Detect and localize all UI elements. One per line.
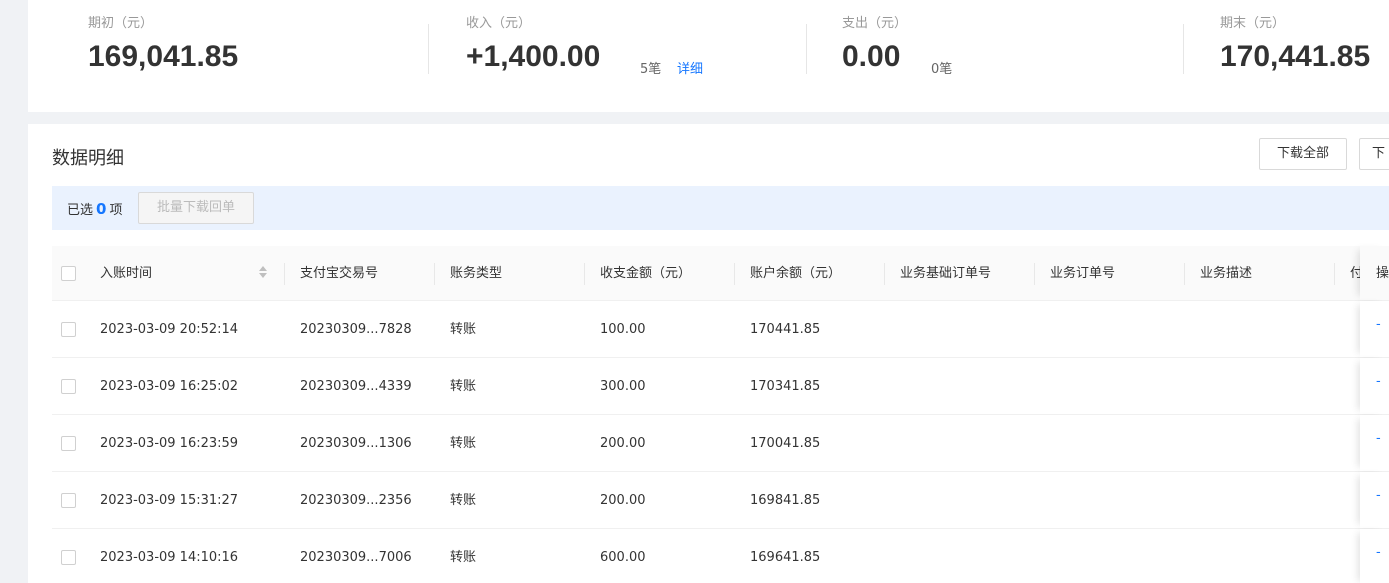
- divider: [428, 24, 429, 74]
- cell-type: 转账: [450, 493, 477, 508]
- cell-amount: 100.00: [600, 322, 646, 337]
- data-title: 数据明细: [52, 148, 124, 169]
- row-action[interactable]: -: [1376, 529, 1381, 576]
- cell-type: 转账: [450, 379, 477, 394]
- expense-value: 0.00: [842, 40, 901, 73]
- closing-label: 期末（元）: [1220, 16, 1286, 31]
- column-header-type: 账务类型: [450, 266, 503, 281]
- fixed-action-cell: -: [1360, 415, 1389, 471]
- cell-trade-no: 20230309...1306: [300, 436, 412, 451]
- selection-status: 已选 0 项: [67, 199, 122, 218]
- fixed-action-cell: -: [1360, 358, 1389, 414]
- select-all-checkbox[interactable]: [61, 266, 76, 281]
- cell-type: 转账: [450, 322, 477, 337]
- cell-trade-no: 20230309...7006: [300, 550, 412, 565]
- fixed-action-cell: -: [1360, 529, 1389, 583]
- row-action[interactable]: -: [1376, 301, 1381, 348]
- row-checkbox[interactable]: [61, 379, 76, 394]
- column-header-balance: 账户余额（元）: [750, 266, 842, 281]
- cell-amount: 200.00: [600, 436, 646, 451]
- batch-download-receipt-button[interactable]: 批量下载回单: [138, 192, 254, 224]
- row-action[interactable]: -: [1376, 415, 1381, 462]
- cell-type: 转账: [450, 436, 477, 451]
- cell-amount: 200.00: [600, 493, 646, 508]
- selection-count: 0: [96, 200, 107, 218]
- closing-value: 170,441.85: [1220, 40, 1371, 73]
- table-header: 入账时间 支付宝交易号 账务类型 收支金额（元） 账户余额（元） 业务基础订单号…: [52, 246, 1389, 301]
- cell-balance: 170041.85: [750, 436, 821, 451]
- income-detail-link[interactable]: 详细: [677, 58, 703, 77]
- selection-prefix: 已选: [67, 203, 94, 218]
- cell-time: 2023-03-09 15:31:27: [100, 493, 239, 508]
- cell-amount: 600.00: [600, 550, 646, 565]
- cell-trade-no: 20230309...7828: [300, 322, 412, 337]
- income-label: 收入（元）: [466, 16, 532, 31]
- table-row: 2023-03-09 16:23:59 20230309...1306 转账 2…: [52, 415, 1389, 472]
- column-separator: [734, 263, 735, 285]
- column-header-time[interactable]: 入账时间: [100, 246, 152, 301]
- cell-trade-no: 20230309...4339: [300, 379, 412, 394]
- row-action[interactable]: -: [1376, 472, 1381, 519]
- income-value: +1,400.00: [466, 40, 601, 73]
- cell-trade-no: 20230309...2356: [300, 493, 412, 508]
- column-header-order-no: 业务订单号: [1050, 266, 1116, 281]
- row-checkbox[interactable]: [61, 436, 76, 451]
- transactions-table: 入账时间 支付宝交易号 账务类型 收支金额（元） 账户余额（元） 业务基础订单号…: [52, 246, 1389, 583]
- table-row: 2023-03-09 16:25:02 20230309...4339 转账 3…: [52, 358, 1389, 415]
- expense-count: 0笔: [931, 62, 953, 77]
- cell-time: 2023-03-09 16:23:59: [100, 436, 239, 451]
- cell-type: 转账: [450, 550, 477, 565]
- row-checkbox[interactable]: [61, 550, 76, 565]
- column-header-trade-no: 支付宝交易号: [300, 266, 379, 281]
- table-row: 2023-03-09 20:52:14 20230309...7828 转账 1…: [52, 301, 1389, 358]
- cell-balance: 169641.85: [750, 550, 821, 565]
- column-separator: [884, 263, 885, 285]
- cell-balance: 169841.85: [750, 493, 821, 508]
- cell-time: 2023-03-09 14:10:16: [100, 550, 239, 565]
- row-checkbox[interactable]: [61, 493, 76, 508]
- download-button[interactable]: 下: [1359, 138, 1389, 170]
- column-header-action: 操: [1376, 266, 1389, 281]
- column-separator: [284, 263, 285, 285]
- page: 期初（元） 169,041.85 收入（元） +1,400.00 5笔 详细 支…: [0, 0, 1389, 583]
- table-row: 2023-03-09 15:31:27 20230309...2356 转账 2…: [52, 472, 1389, 529]
- fixed-action-column: 操: [1360, 246, 1389, 300]
- row-checkbox[interactable]: [61, 322, 76, 337]
- opening-value: 169,041.85: [88, 40, 239, 73]
- column-separator: [1184, 263, 1185, 285]
- divider: [1183, 24, 1184, 74]
- column-header-description: 业务描述: [1200, 266, 1253, 281]
- column-separator: [584, 263, 585, 285]
- selection-bar: 已选 0 项 批量下载回单: [52, 186, 1389, 230]
- column-header-base-order-no: 业务基础订单号: [900, 266, 992, 281]
- opening-label: 期初（元）: [88, 16, 154, 31]
- divider: [806, 24, 807, 74]
- data-card: 数据明细 下载全部 下 已选 0 项 批量下载回单 入账时间 支付宝交易号 账务类型…: [28, 124, 1389, 583]
- cell-balance: 170341.85: [750, 379, 821, 394]
- expense-label: 支出（元）: [842, 16, 908, 31]
- column-separator: [1034, 263, 1035, 285]
- selection-suffix: 项: [109, 203, 123, 218]
- summary-card: 期初（元） 169,041.85 收入（元） +1,400.00 5笔 详细 支…: [28, 0, 1389, 112]
- cell-time: 2023-03-09 20:52:14: [100, 322, 239, 337]
- cell-amount: 300.00: [600, 379, 646, 394]
- column-separator: [1334, 263, 1335, 285]
- income-count: 5笔: [640, 62, 662, 77]
- download-all-button[interactable]: 下载全部: [1259, 138, 1347, 170]
- column-separator: [434, 263, 435, 285]
- fixed-action-cell: -: [1360, 301, 1389, 357]
- fixed-action-cell: -: [1360, 472, 1389, 528]
- table-row: 2023-03-09 14:10:16 20230309...7006 转账 6…: [52, 529, 1389, 583]
- cell-time: 2023-03-09 16:25:02: [100, 379, 239, 394]
- sort-icon[interactable]: [258, 266, 268, 280]
- column-header-amount: 收支金额（元）: [600, 266, 692, 281]
- row-action[interactable]: -: [1376, 358, 1381, 405]
- cell-balance: 170441.85: [750, 322, 821, 337]
